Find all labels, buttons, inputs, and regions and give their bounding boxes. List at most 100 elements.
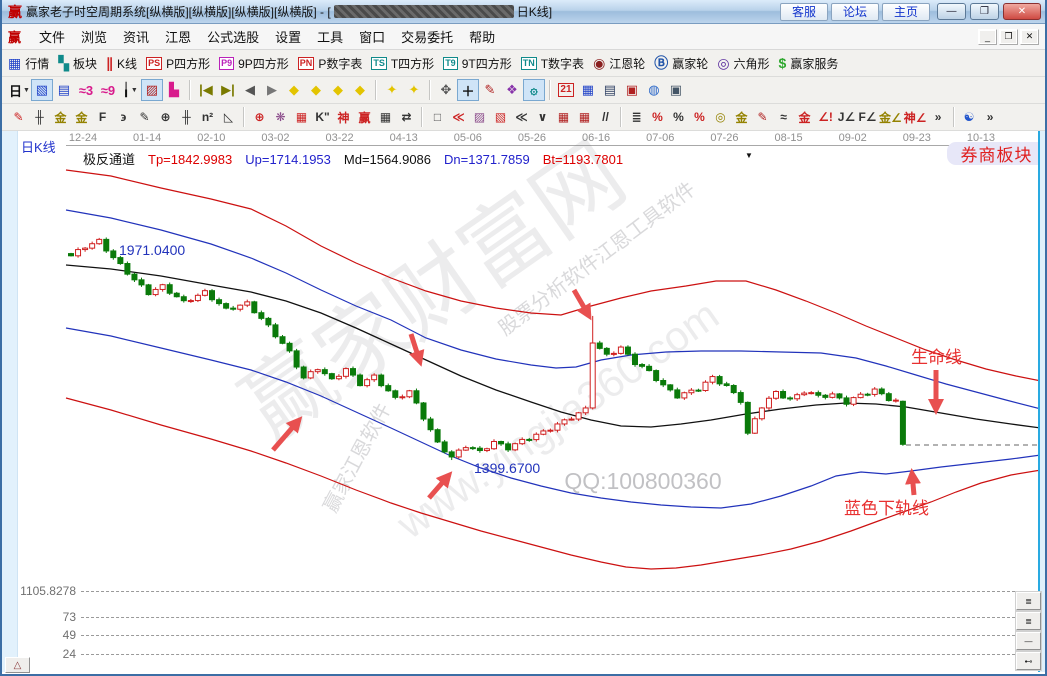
- wave-box-button[interactable]: ≈: [773, 106, 794, 128]
- k-pattern-button[interactable]: K": [312, 106, 333, 128]
- candle-style-button[interactable]: ╽▼: [119, 79, 141, 101]
- n2-tool-button[interactable]: n²: [197, 106, 218, 128]
- shen-angle-button[interactable]: 神∠: [903, 106, 928, 128]
- next-page-button[interactable]: ▶: [261, 79, 283, 101]
- hand-tool-button[interactable]: ✥: [435, 79, 457, 101]
- volume-histogram-button[interactable]: ▙: [163, 79, 185, 101]
- grid-ruler-1-button[interactable]: ╫: [29, 106, 50, 128]
- calculator-tool-button[interactable]: ▦: [577, 79, 599, 101]
- angle-alert-button[interactable]: ∠!: [815, 106, 836, 128]
- fan-red-button[interactable]: ≪: [448, 106, 469, 128]
- more-draw-tools-button[interactable]: »: [928, 106, 949, 128]
- toolbar-button-winner-service[interactable]: $赢家服务: [779, 55, 839, 72]
- menu-8[interactable]: 窗口: [351, 24, 393, 49]
- close-button[interactable]: ✕: [1003, 3, 1041, 20]
- first-page-button[interactable]: |◀: [195, 79, 217, 101]
- scale-tool-button[interactable]: ≣: [626, 106, 647, 128]
- period-selector-button[interactable]: 日▼: [8, 79, 31, 101]
- toolbar-button-p-square[interactable]: PSP四方形: [146, 55, 210, 72]
- gold-grid-1-button[interactable]: 金: [50, 106, 71, 128]
- grid-ruler-2-button[interactable]: ╫: [176, 106, 197, 128]
- f-angle-button[interactable]: F∠: [857, 106, 878, 128]
- taiji-button[interactable]: ☯: [959, 106, 980, 128]
- fan-box-button[interactable]: ▧: [490, 106, 511, 128]
- price-grid-1-button[interactable]: ▦: [553, 106, 574, 128]
- indicator-header[interactable]: 极反通道Tp=1842.9983Up=1714.1953Md=1564.9086…: [83, 149, 636, 168]
- percent-red-button[interactable]: %: [647, 106, 668, 128]
- gann-shape-tool-button[interactable]: ❖: [501, 79, 523, 101]
- diamond-expand-button[interactable]: ◆: [327, 79, 349, 101]
- indicator-slider-button[interactable]: ⊷: [1016, 652, 1041, 670]
- gold-line-button[interactable]: 金: [731, 106, 752, 128]
- wave-3-button[interactable]: ≈3: [75, 79, 97, 101]
- mdi-minimize-button[interactable]: _: [978, 29, 997, 45]
- indicator-menu-1-button[interactable]: ≣: [1016, 592, 1041, 610]
- gold-angle-button[interactable]: 金∠: [878, 106, 903, 128]
- diamond-zoom-in-button[interactable]: ✦: [403, 79, 425, 101]
- minimize-button[interactable]: —: [937, 3, 966, 20]
- web-save-tool-button[interactable]: ◍: [643, 79, 665, 101]
- indicator-menu-2-button[interactable]: ≣: [1016, 612, 1041, 630]
- percent-tool-button[interactable]: %: [668, 106, 689, 128]
- pen-flag-button[interactable]: ✎: [752, 106, 773, 128]
- target-cross-button[interactable]: ⊕: [249, 106, 270, 128]
- prev-page-button[interactable]: ◀: [239, 79, 261, 101]
- spiral-tool-button[interactable]: ϶: [113, 106, 134, 128]
- indicator-menu-3-button[interactable]: —: [1016, 632, 1041, 650]
- diamond-zoom-out-button[interactable]: ✦: [381, 79, 403, 101]
- info-panel-button[interactable]: ▤: [53, 79, 75, 101]
- j-angle-button[interactable]: J∠: [836, 106, 857, 128]
- marker-tool-button[interactable]: ✎: [479, 79, 501, 101]
- pencil-tool-button[interactable]: ✎: [134, 106, 155, 128]
- radial-star-button[interactable]: ❋: [270, 106, 291, 128]
- diamond-left-button[interactable]: ◆: [283, 79, 305, 101]
- menu-9[interactable]: 交易委托: [393, 24, 461, 49]
- menu-2[interactable]: 浏览: [73, 24, 115, 49]
- diamond-compress-button[interactable]: ◆: [349, 79, 371, 101]
- fan-purple-button[interactable]: ▨: [469, 106, 490, 128]
- ying-grid-button[interactable]: 赢: [354, 106, 375, 128]
- price-grid-2-button[interactable]: ▦: [574, 106, 595, 128]
- diamond-right-button[interactable]: ◆: [305, 79, 327, 101]
- time-circle-button[interactable]: ⊕: [155, 106, 176, 128]
- red-grid-button[interactable]: ▦: [291, 106, 312, 128]
- angle-ruler-button[interactable]: ◺: [218, 106, 239, 128]
- forum-button[interactable]: 论坛: [831, 3, 879, 21]
- crosshair-tool-button[interactable]: ＋: [457, 79, 479, 101]
- gold-grid-2-button[interactable]: 金: [71, 106, 92, 128]
- menu-7[interactable]: 工具: [309, 24, 351, 49]
- percent-line-button[interactable]: %: [689, 106, 710, 128]
- toolbar-button-sectors[interactable]: ▚板块: [58, 55, 97, 72]
- gold-red-button[interactable]: 金: [794, 106, 815, 128]
- zigzag-tool-button[interactable]: ∨: [532, 106, 553, 128]
- box-select-button[interactable]: □: [427, 106, 448, 128]
- pattern-tool-button[interactable]: ▨: [141, 79, 163, 101]
- menu-1[interactable]: 文件: [31, 24, 73, 49]
- menu-4[interactable]: 江恩: [157, 24, 199, 49]
- f-grid-button[interactable]: F: [92, 106, 113, 128]
- calendar-tool-button[interactable]: 21: [555, 79, 577, 101]
- menu-6[interactable]: 设置: [267, 24, 309, 49]
- last-page-button[interactable]: ▶|: [217, 79, 239, 101]
- toolbar-button-hexagon[interactable]: ◎六角形: [717, 55, 769, 72]
- shen-grid-button[interactable]: 神: [333, 106, 354, 128]
- toolbar-button-kline[interactable]: ∥K线: [106, 55, 137, 72]
- toolbar-button-t-square[interactable]: TST四方形: [371, 55, 434, 72]
- save-tool-button[interactable]: ▣: [621, 79, 643, 101]
- sector-label[interactable]: 券商板块: [947, 142, 1038, 165]
- toolbar-button-winner-wheel[interactable]: Ⓑ赢家轮: [654, 55, 708, 72]
- number-grid-button[interactable]: ▦: [375, 106, 396, 128]
- toolbar-button-quotes[interactable]: ▦行情: [8, 55, 49, 72]
- parallel-lines-button[interactable]: //: [595, 106, 616, 128]
- span-arrows-button[interactable]: ⇄: [396, 106, 417, 128]
- computer-tool-button[interactable]: ▣: [665, 79, 687, 101]
- homepage-button[interactable]: 主页: [882, 3, 930, 21]
- toolbar-button-9p-square[interactable]: P99P四方形: [219, 55, 289, 72]
- ray-lines-button[interactable]: ≪: [511, 106, 532, 128]
- toolbar-button-t-number-table[interactable]: TNT数字表: [521, 55, 584, 72]
- expand-panel-button[interactable]: △: [5, 657, 30, 673]
- mdi-restore-button[interactable]: ❐: [999, 29, 1018, 45]
- gold-circle-button[interactable]: ◎: [710, 106, 731, 128]
- toolbar-button-p-number-table[interactable]: PNP数字表: [298, 55, 363, 72]
- mdi-close-button[interactable]: ✕: [1020, 29, 1039, 45]
